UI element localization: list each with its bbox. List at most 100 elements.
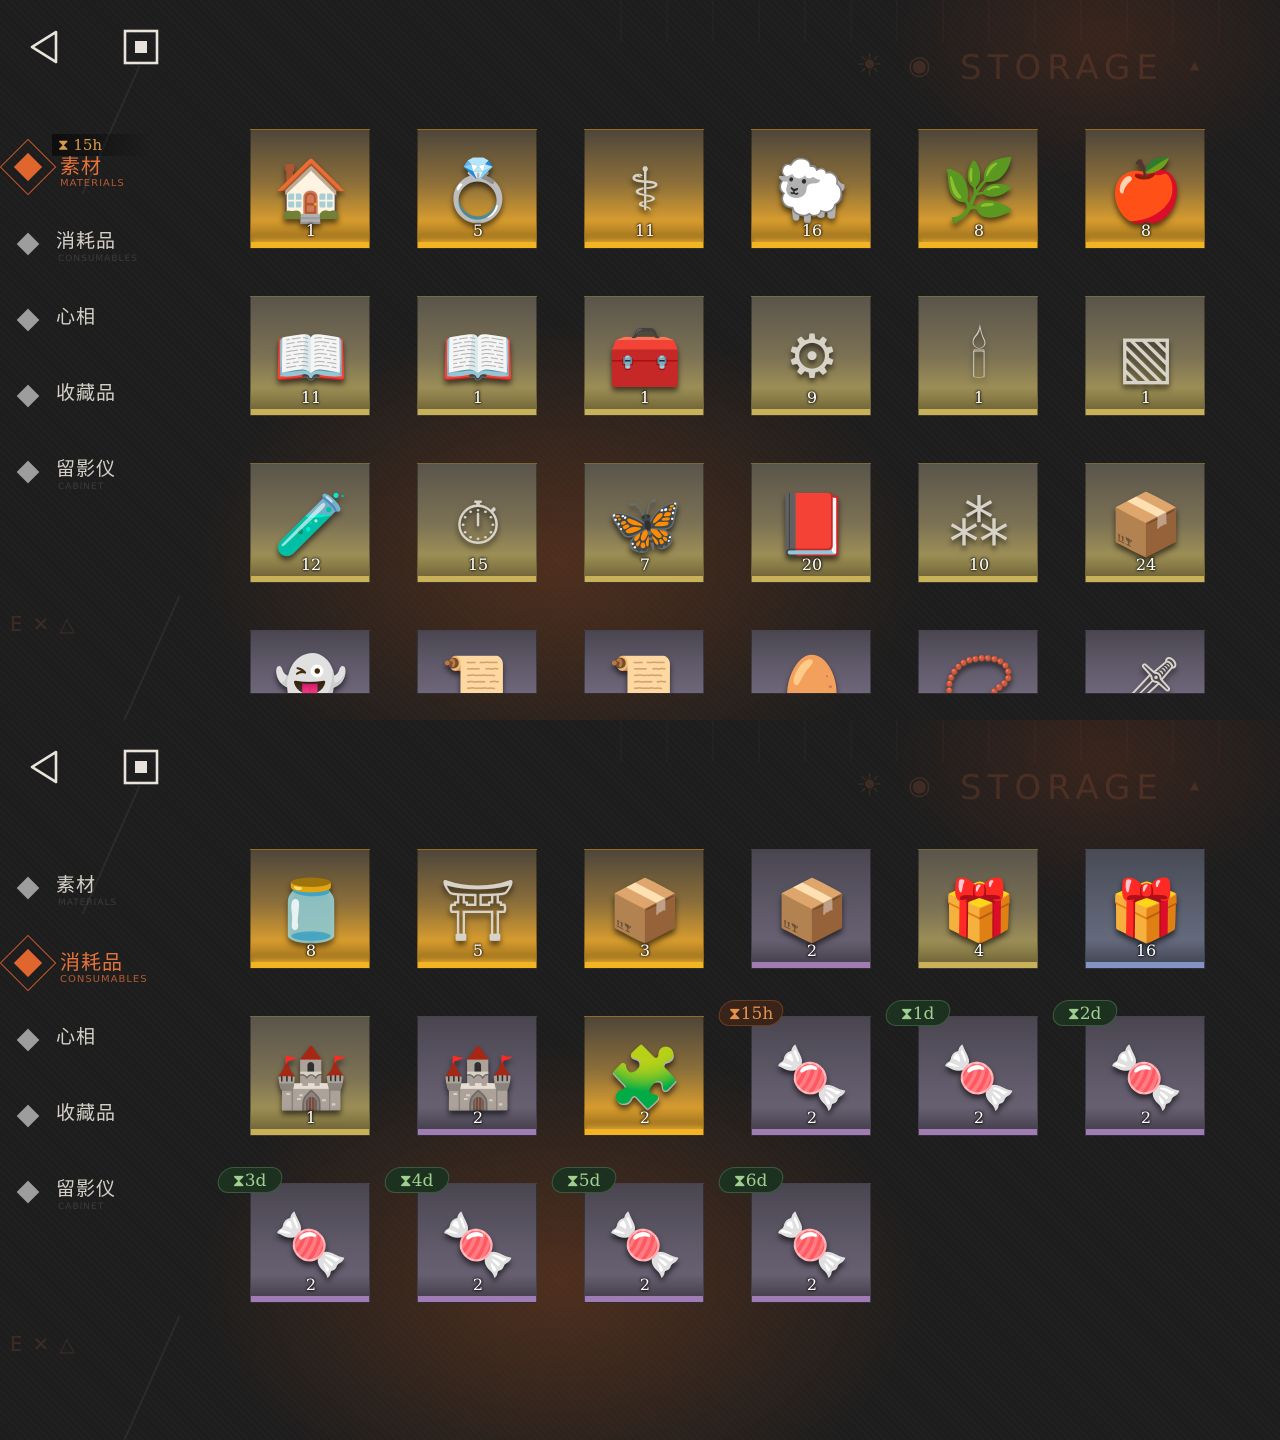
item-tile[interactable]: 🫙 8	[250, 849, 370, 969]
rarity-bar	[752, 962, 870, 968]
rarity-bar	[752, 1129, 870, 1135]
item-tile[interactable]: ▧ 1	[1085, 296, 1205, 416]
nav-item-label: 收藏品	[56, 1102, 117, 1124]
rarity-bar	[251, 409, 369, 415]
expiry-timer-badge: ⧗3d	[215, 1167, 285, 1193]
nav-item-2[interactable]: 心相	[0, 302, 220, 352]
item-tile[interactable]: 📦 2	[751, 849, 871, 969]
item-count: 11	[300, 388, 322, 407]
home-square-icon[interactable]	[122, 748, 160, 786]
rarity-bar	[919, 242, 1037, 248]
item-tile[interactable]: 🍬 2	[417, 1183, 537, 1303]
top-bar	[0, 0, 1280, 90]
diamond-icon	[16, 232, 40, 256]
expiry-timer-badge: ⧗4d	[382, 1167, 452, 1193]
item-tile[interactable]: 📜	[584, 630, 704, 694]
rarity-bar	[585, 409, 703, 415]
dagger-icon: 🗡	[1107, 652, 1185, 694]
rarity-bar	[418, 1129, 536, 1135]
back-icon[interactable]	[26, 748, 64, 786]
expiry-timer-text: ⧗5d	[566, 1171, 601, 1191]
item-count: 2	[472, 1275, 484, 1294]
item-tile[interactable]: 🍬 2	[1085, 1016, 1205, 1136]
nav-item-3[interactable]: 收藏品	[0, 1098, 220, 1148]
item-tile[interactable]: ⚕ 11	[584, 129, 704, 249]
nav-item-sublabel: CONSUMABLES	[60, 974, 148, 985]
item-tile[interactable]: 💍 5	[417, 129, 537, 249]
item-tile[interactable]: 🍬 2	[584, 1183, 704, 1303]
item-tile[interactable]: 🦋 7	[584, 463, 704, 583]
item-tile[interactable]: 📦 24	[1085, 463, 1205, 583]
nav-item-0[interactable]: 素材 MATERIALS	[0, 870, 220, 920]
item-tile[interactable]: ⏱ 15	[417, 463, 537, 583]
rarity-bar	[251, 962, 369, 968]
rarity-bar	[251, 242, 369, 248]
item-count: 5	[472, 221, 484, 240]
item-tile[interactable]: 🧰 1	[584, 296, 704, 416]
nav-item-4[interactable]: 留影仪 CABINET	[0, 454, 220, 504]
item-tile[interactable]: 📕 20	[751, 463, 871, 583]
nav-item-4[interactable]: 留影仪 CABINET	[0, 1174, 220, 1224]
rarity-bar	[1086, 409, 1204, 415]
item-tile[interactable]: ⛩ 5	[417, 849, 537, 969]
expiry-timer-text: ⧗4d	[399, 1171, 434, 1191]
expiry-timer-text: ⧗6d	[733, 1171, 768, 1191]
item-tile[interactable]: 📖 11	[250, 296, 370, 416]
item-tile[interactable]: 👻	[250, 630, 370, 694]
expiry-timer-badge: ⧗1d	[883, 1000, 953, 1026]
home-square-icon[interactable]	[122, 28, 160, 66]
storage-screen-materials: ☀ ◉ STORAGE ▲ E✕△ 素材 MATERIALS 消耗品 CONSUMABLE…	[0, 0, 1280, 720]
item-tile[interactable]: 🧩 2	[584, 1016, 704, 1136]
item-tile[interactable]: 📖 1	[417, 296, 537, 416]
item-tile[interactable]: 🧪 12	[250, 463, 370, 583]
item-tile[interactable]: ⚙ 9	[751, 296, 871, 416]
item-count: 2	[305, 1275, 317, 1294]
rarity-bar	[585, 242, 703, 248]
item-count: 16	[801, 221, 823, 240]
item-count: 9	[806, 388, 818, 407]
diamond-icon	[16, 384, 40, 408]
item-tile[interactable]: 🏠 1	[250, 129, 370, 249]
item-tile[interactable]: 🍎 8	[1085, 129, 1205, 249]
item-tile[interactable]: 🎁 16	[1085, 849, 1205, 969]
item-tile[interactable]: 📜	[417, 630, 537, 694]
item-tile[interactable]: 🍬 2	[250, 1183, 370, 1303]
item-count: 16	[1135, 941, 1157, 960]
item-count: 2	[639, 1275, 651, 1294]
nav-item-1[interactable]: 消耗品 CONSUMABLES	[0, 226, 220, 276]
item-tile[interactable]: 🌿 8	[918, 129, 1038, 249]
item-tile[interactable]: 📿	[918, 630, 1038, 694]
item-count: 3	[639, 941, 651, 960]
rarity-bar	[251, 1129, 369, 1135]
item-tile[interactable]: 🗡	[1085, 630, 1205, 694]
item-tile[interactable]: 🕯 1	[918, 296, 1038, 416]
item-tile[interactable]: 🎁 4	[918, 849, 1038, 969]
nav-item-label: 留影仪	[56, 1178, 117, 1200]
rarity-bar	[585, 576, 703, 582]
decorative-slash	[121, 595, 181, 720]
decorative-slash	[121, 1315, 181, 1440]
item-tile[interactable]: 🍬 2	[918, 1016, 1038, 1136]
nav-item-2[interactable]: 心相	[0, 1022, 220, 1072]
diamond-icon	[16, 1028, 40, 1052]
back-icon[interactable]	[26, 28, 64, 66]
rarity-bar	[585, 962, 703, 968]
rarity-bar	[418, 409, 536, 415]
item-tile[interactable]: 🥚	[751, 630, 871, 694]
item-tile[interactable]: 🏰 2	[417, 1016, 537, 1136]
rarity-bar	[418, 576, 536, 582]
rarity-bar	[418, 962, 536, 968]
nav-item-3[interactable]: 收藏品	[0, 378, 220, 428]
nav-item-1[interactable]: 消耗品 CONSUMABLES	[0, 934, 220, 996]
item-tile[interactable]: 🏰 1	[250, 1016, 370, 1136]
nav-item-0[interactable]: 素材 MATERIALS	[0, 138, 220, 200]
item-tile[interactable]: ⁂ 10	[918, 463, 1038, 583]
expiry-timer-text: ⧗2d	[1067, 1004, 1102, 1024]
item-tile[interactable]: 🍬 2	[751, 1016, 871, 1136]
expiry-timer-badge: ⧗2d	[1050, 1000, 1120, 1026]
item-tile[interactable]: 🍬 2	[751, 1183, 871, 1303]
item-tile[interactable]: 🐑 16	[751, 129, 871, 249]
nav-item-sublabel: MATERIALS	[58, 898, 118, 908]
diamond-icon	[16, 308, 40, 332]
item-tile[interactable]: 📦 3	[584, 849, 704, 969]
